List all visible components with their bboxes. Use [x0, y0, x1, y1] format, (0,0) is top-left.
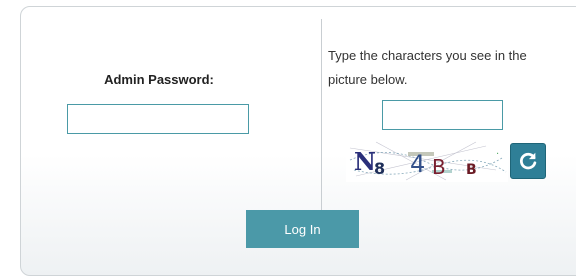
svg-text:N: N [354, 147, 376, 176]
captcha-image: N 8 4 B B . [346, 140, 508, 182]
admin-password-input[interactable] [67, 104, 249, 134]
login-button[interactable]: Log In [246, 210, 359, 248]
svg-text:4: 4 [410, 150, 425, 178]
admin-password-label: Admin Password: [104, 72, 214, 87]
svg-text:B: B [432, 155, 446, 179]
svg-text:B: B [466, 162, 477, 178]
captcha-instructions: Type the characters you see in the pictu… [328, 48, 527, 87]
svg-text:8: 8 [374, 159, 385, 178]
refresh-icon [520, 152, 537, 170]
captcha-input[interactable] [382, 100, 503, 130]
column-divider [321, 19, 322, 211]
svg-text:.: . [496, 146, 499, 157]
refresh-captcha-button[interactable] [510, 143, 546, 179]
